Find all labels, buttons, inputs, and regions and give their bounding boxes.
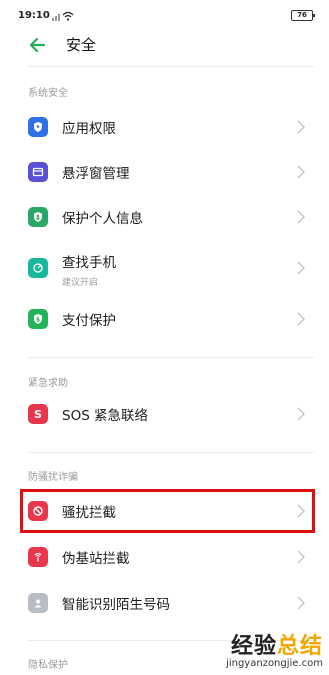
section-label-privacy: 隐私保护 (28, 660, 68, 671)
item-label: 应用权限 (62, 121, 116, 137)
watermark-title: 经验总结 (226, 628, 323, 660)
locate-icon (28, 258, 48, 278)
item-label: SOS 紧急联络 (62, 408, 149, 424)
item-app-permissions[interactable]: 应用权限 (0, 104, 329, 150)
chevron-right-icon (297, 312, 305, 326)
item-sos-contact[interactable]: S SOS 紧急联络 (0, 391, 329, 437)
item-fake-base-station-block[interactable]: 伪基站拦截 (0, 534, 329, 580)
item-sublabel: 建议开启 (62, 278, 99, 288)
chevron-right-icon (297, 165, 305, 179)
chevron-right-icon (297, 261, 305, 275)
highlight-box (20, 489, 315, 533)
item-label: 伪基站拦截 (62, 551, 130, 567)
divider (28, 357, 314, 358)
chevron-right-icon (297, 120, 305, 134)
chevron-right-icon (297, 550, 305, 564)
watermark-title-a: 经验 (230, 634, 277, 659)
chevron-right-icon (297, 596, 305, 610)
item-label: 支付保护 (62, 313, 116, 329)
item-label: 智能识别陌生号码 (62, 597, 170, 613)
sos-icon: S (28, 404, 48, 424)
item-label: 查找手机 (62, 255, 116, 271)
section-label-anti-harassment: 防骚扰诈骗 (28, 472, 78, 483)
header: 安全 (0, 30, 329, 60)
item-payment-protection[interactable]: $ 支付保护 (0, 296, 329, 342)
signal-wifi-icon (52, 11, 74, 21)
section-label-system-security: 系统安全 (28, 88, 68, 99)
svg-text:$: $ (36, 316, 40, 323)
battery-icon: 76 (291, 10, 315, 21)
contact-icon (28, 593, 48, 613)
divider (28, 452, 314, 453)
shield-icon (28, 117, 48, 137)
status-time: 19:10 (18, 10, 50, 21)
item-find-phone[interactable]: 查找手机 建议开启 (0, 245, 329, 291)
signal-tower-icon (28, 547, 48, 567)
status-bar: 19:10 76 (0, 0, 329, 30)
page-title: 安全 (66, 36, 97, 54)
person-lock-icon (28, 207, 48, 227)
back-arrow-icon[interactable] (28, 35, 48, 55)
item-protect-personal-info[interactable]: 保护个人信息 (0, 194, 329, 240)
chevron-right-icon (297, 407, 305, 421)
item-label: 悬浮窗管理 (62, 166, 130, 182)
watermark-title-b: 总结 (276, 634, 323, 659)
section-label-emergency: 紧急求助 (28, 378, 68, 389)
chevron-right-icon (297, 210, 305, 224)
divider (28, 66, 314, 67)
item-identify-unknown-numbers[interactable]: 智能识别陌生号码 (0, 580, 329, 626)
window-icon (28, 162, 48, 182)
watermark: 经验总结 jingyanzongjie.com (226, 628, 323, 669)
battery-level: 76 (297, 11, 307, 19)
item-floating-window[interactable]: 悬浮窗管理 (0, 149, 329, 195)
item-label: 保护个人信息 (62, 211, 143, 227)
payment-shield-icon: $ (28, 309, 48, 329)
watermark-url: jingyanzongjie.com (226, 658, 323, 669)
